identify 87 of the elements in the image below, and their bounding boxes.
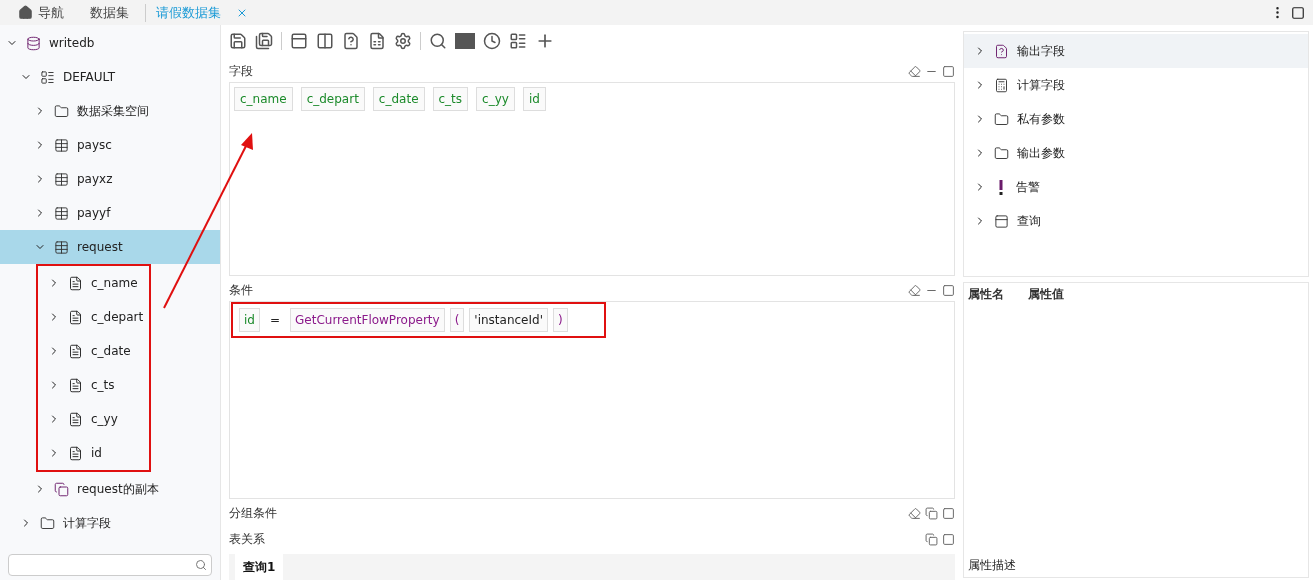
tree-item[interactable]: c_yy bbox=[38, 402, 149, 436]
maximize-icon[interactable] bbox=[942, 284, 955, 298]
folder-icon bbox=[994, 111, 1009, 127]
save-icon[interactable] bbox=[229, 31, 247, 50]
list-icon[interactable] bbox=[509, 31, 527, 50]
columns-icon[interactable] bbox=[316, 31, 334, 50]
document-icon bbox=[68, 411, 83, 427]
settings-icon[interactable] bbox=[394, 31, 412, 50]
outline-item[interactable]: 输出参数 bbox=[964, 136, 1308, 170]
eraser-icon[interactable] bbox=[908, 507, 921, 521]
panel-icon[interactable] bbox=[290, 31, 308, 50]
nav-tab[interactable]: 导航 bbox=[8, 3, 74, 22]
expression-token[interactable]: id bbox=[239, 308, 260, 333]
exclamation-icon bbox=[999, 179, 1003, 195]
tree-item[interactable]: request的副本 bbox=[0, 472, 220, 506]
document-icon bbox=[68, 309, 83, 325]
folder-icon bbox=[54, 103, 69, 119]
restore-icon[interactable] bbox=[925, 532, 938, 546]
expression-token[interactable]: ) bbox=[552, 308, 568, 333]
clock-icon[interactable] bbox=[483, 31, 501, 50]
save-as-icon[interactable] bbox=[255, 31, 273, 50]
document-icon bbox=[68, 343, 83, 359]
tree-item[interactable]: c_name bbox=[38, 266, 149, 300]
column-header: 属性值 bbox=[1028, 286, 1064, 303]
maximize-icon[interactable] bbox=[942, 532, 955, 546]
folder-icon bbox=[40, 515, 55, 531]
table-icon bbox=[54, 137, 69, 153]
description-label: 属性描述 bbox=[968, 557, 1017, 574]
outline-item[interactable]: 告警 bbox=[964, 170, 1308, 204]
eraser-icon[interactable] bbox=[908, 65, 921, 79]
field-chip[interactable]: c_depart bbox=[300, 87, 365, 112]
field-chip[interactable]: c_yy bbox=[476, 87, 515, 112]
column-header: 属性名 bbox=[968, 286, 1004, 303]
expression-token[interactable]: ( bbox=[449, 308, 465, 333]
search-field[interactable] bbox=[8, 554, 212, 576]
field-chip[interactable]: c_name bbox=[234, 87, 293, 112]
database-icon bbox=[26, 35, 41, 51]
tree-item[interactable]: payxz bbox=[0, 162, 220, 196]
tree-item[interactable]: 数据采集空间 bbox=[0, 94, 220, 128]
eraser-icon[interactable] bbox=[908, 284, 921, 298]
outline-item[interactable]: 输出字段 bbox=[964, 34, 1308, 68]
tree-item[interactable]: paysc bbox=[0, 128, 220, 162]
tree-item[interactable]: id bbox=[38, 436, 149, 470]
tree-item[interactable]: writedb bbox=[0, 26, 220, 60]
copy-icon bbox=[54, 481, 69, 497]
maximize-icon[interactable] bbox=[942, 507, 955, 521]
expression-token[interactable]: 'instanceId' bbox=[469, 308, 548, 333]
table-icon bbox=[54, 205, 69, 221]
document-icon bbox=[68, 445, 83, 461]
field-chip[interactable]: c_date bbox=[372, 87, 425, 112]
section-title: 条件 bbox=[229, 282, 253, 300]
tree-item[interactable]: c_ts bbox=[38, 368, 149, 402]
search-icon bbox=[195, 559, 207, 571]
tree-item[interactable]: c_depart bbox=[38, 300, 149, 334]
folder-icon bbox=[994, 145, 1009, 161]
expression-token[interactable]: = bbox=[264, 308, 285, 333]
question-document-icon bbox=[994, 43, 1009, 59]
restore-icon[interactable] bbox=[925, 507, 938, 521]
spreadsheet-icon[interactable] bbox=[368, 31, 386, 50]
section-title: 字段 bbox=[229, 63, 253, 81]
tree-item[interactable]: 计算字段 bbox=[0, 506, 220, 540]
query-icon bbox=[994, 213, 1009, 229]
tree-item[interactable]: c_date bbox=[38, 334, 149, 368]
document-icon bbox=[68, 275, 83, 291]
search-icon[interactable] bbox=[429, 31, 447, 50]
section-title: 表关系 bbox=[229, 530, 265, 548]
query-tab[interactable]: 查询1 bbox=[235, 554, 284, 580]
nav-tab[interactable]: 数据集 bbox=[80, 3, 139, 22]
outline-item[interactable]: 私有参数 bbox=[964, 102, 1308, 136]
tree-item[interactable]: request bbox=[0, 230, 220, 264]
expression-token[interactable]: GetCurrentFlowProperty bbox=[290, 308, 445, 333]
calculator-icon bbox=[994, 77, 1009, 93]
field-chip[interactable]: c_ts bbox=[432, 87, 469, 112]
tree-item[interactable]: payyf bbox=[0, 196, 220, 230]
home-icon bbox=[18, 5, 33, 20]
outline-item[interactable]: 查询 bbox=[964, 204, 1308, 238]
question-document-icon[interactable] bbox=[342, 31, 360, 50]
field-chip[interactable]: id bbox=[522, 87, 546, 112]
document-icon bbox=[68, 377, 83, 393]
outline-item[interactable]: 计算字段 bbox=[964, 68, 1308, 102]
maximize-icon[interactable] bbox=[942, 65, 955, 79]
table-icon bbox=[54, 239, 69, 255]
tree-item[interactable]: DEFAULT bbox=[0, 60, 220, 94]
section-title: 分组条件 bbox=[229, 505, 277, 523]
maximize-icon[interactable] bbox=[1291, 5, 1305, 20]
schema-icon bbox=[40, 69, 55, 85]
table-icon bbox=[54, 171, 69, 187]
